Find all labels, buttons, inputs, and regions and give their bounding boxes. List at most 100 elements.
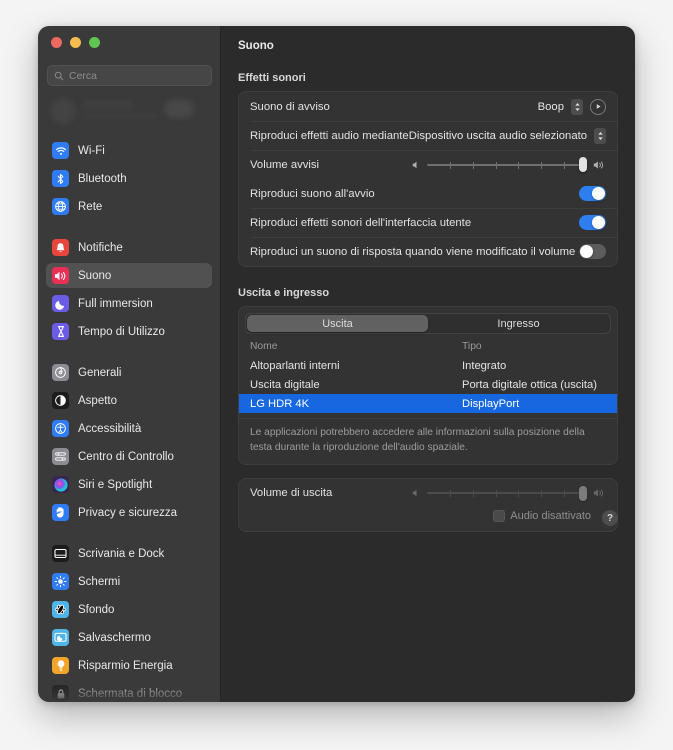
- toggle-switch[interactable]: [579, 215, 606, 230]
- sidebar: Cerca Wi-Fi Bluetooth Rete Notifiche Suono Fu…: [38, 26, 221, 702]
- table-row[interactable]: Altoparlanti interni Integrato: [239, 356, 617, 375]
- slider-tick: [518, 490, 520, 498]
- slider-knob[interactable]: [579, 485, 587, 501]
- toggle-label: Riproduci un suono di risposta quando vi…: [250, 245, 576, 258]
- toggle-label: Riproduci suono all'avvio: [250, 187, 375, 200]
- system-settings-window: Cerca Wi-Fi Bluetooth Rete Notifiche Suono Fu…: [38, 26, 635, 702]
- mute-label: Audio disattivato: [510, 509, 591, 522]
- sidebar-item-label: Wi-Fi: [78, 144, 105, 157]
- sidebar-item-label: Aspetto: [78, 394, 117, 407]
- toggle-label: Riproduci effetti sonori dell'interfacci…: [250, 216, 472, 229]
- screensaver-icon: [52, 629, 69, 646]
- segment-ingresso[interactable]: Ingresso: [428, 315, 609, 332]
- sidebar-item-bluetooth[interactable]: Bluetooth: [46, 166, 212, 191]
- speaker-high-icon: [593, 160, 604, 169]
- sidebar-item-privacy-e-sicurezza[interactable]: Privacy e sicurezza: [46, 500, 212, 525]
- sidebar-item-label: Privacy e sicurezza: [78, 506, 178, 519]
- row-play-effects-through: Riproduci effetti audio mediante Disposi…: [239, 121, 617, 150]
- sidebar-item-rete[interactable]: Rete: [46, 194, 212, 219]
- sidebar-item-sfondo[interactable]: Sfondo: [46, 597, 212, 622]
- screen-time-hourglass-icon: [52, 323, 69, 340]
- column-header-name: Nome: [250, 341, 278, 352]
- sidebar-item-siri-e-spotlight[interactable]: Siri e Spotlight: [46, 472, 212, 497]
- sidebar-item-suono[interactable]: Suono: [46, 263, 212, 288]
- output-volume-card: Volume di uscita Audio disattivato: [238, 477, 618, 532]
- sidebar-item-notifiche[interactable]: Notifiche: [46, 235, 212, 260]
- slider-tick: [449, 161, 451, 169]
- chevron-up-down-icon[interactable]: [571, 98, 583, 115]
- output-input-card: Uscita Ingresso Nome Tipo Altoparlanti in…: [238, 306, 618, 465]
- row-toggle: Riproduci effetti sonori dell'interfacci…: [239, 208, 617, 237]
- sidebar-item-tempo-di-utilizzo[interactable]: Tempo di Utilizzo: [46, 319, 212, 344]
- sidebar-group: Wi-Fi Bluetooth Rete: [38, 138, 220, 219]
- play-icon[interactable]: [590, 98, 606, 115]
- sidebar-item-schermata-di-blocco[interactable]: Schermata di blocco: [46, 681, 212, 702]
- table-row[interactable]: Uscita digitale Porta digitale ottica (us…: [239, 375, 617, 394]
- sound-effects-card: Suono di avviso Boop Riproduci effetti a…: [238, 91, 618, 267]
- slider-tick: [472, 161, 474, 169]
- output-input-segmented-control[interactable]: Uscita Ingresso: [245, 313, 611, 334]
- displays-brightness-icon: [52, 573, 69, 590]
- device-type: Porta digitale ottica (uscita): [462, 378, 597, 391]
- sidebar-item-full-immersion[interactable]: Full immersion: [46, 291, 212, 316]
- mute-checkbox[interactable]: [493, 509, 506, 522]
- sidebar-item-label: Sfondo: [78, 603, 115, 616]
- alert-volume-track[interactable]: [427, 157, 587, 172]
- sidebar-item-scrivania-e-dock[interactable]: Scrivania e Dock: [46, 541, 212, 566]
- toggle-switch[interactable]: [579, 244, 606, 259]
- row-output-volume: Volume di uscita: [239, 479, 617, 508]
- sidebar-item-label: Schermata di blocco: [78, 687, 183, 700]
- sidebar-nav: Wi-Fi Bluetooth Rete Notifiche Suono Full imm…: [38, 138, 220, 702]
- segment-uscita[interactable]: Uscita: [247, 315, 428, 332]
- section-title-output-input: Uscita e ingresso: [238, 287, 330, 299]
- help-question-icon[interactable]: ?: [602, 510, 618, 526]
- privacy-hand-icon: [52, 504, 69, 521]
- alert-sound-label: Suono di avviso: [250, 100, 330, 113]
- focus-moon-icon: [52, 295, 69, 312]
- sidebar-group-separator: [38, 347, 220, 360]
- device-table: Nome Tipo Altoparlanti interni Integrato U…: [239, 341, 617, 413]
- sidebar-item-schermi[interactable]: Schermi: [46, 569, 212, 594]
- row-toggle: Riproduci un suono di risposta quando vi…: [239, 237, 617, 266]
- sidebar-item-centro-di-controllo[interactable]: Centro di Controllo: [46, 444, 212, 469]
- bluetooth-icon: [52, 170, 69, 187]
- sidebar-item-accessibilit[interactable]: Accessibilità: [46, 416, 212, 441]
- minimize-button[interactable]: [70, 37, 81, 48]
- slider-tick: [564, 490, 566, 498]
- slider-tick: [564, 161, 566, 169]
- slider-track: [427, 163, 587, 166]
- sidebar-group: Notifiche Suono Full immersion Tempo di Uti…: [38, 235, 220, 344]
- table-row[interactable]: LG HDR 4K DisplayPort: [239, 394, 617, 413]
- alert-volume-slider[interactable]: [412, 157, 606, 172]
- sidebar-item-label: Scrivania e Dock: [78, 547, 165, 560]
- device-type: DisplayPort: [462, 397, 520, 410]
- slider-tick: [541, 490, 543, 498]
- slider-knob[interactable]: [579, 157, 587, 172]
- sound-speaker-icon: [52, 267, 69, 284]
- output-volume-slider[interactable]: [412, 485, 606, 501]
- chevron-up-down-icon[interactable]: [594, 127, 607, 144]
- sidebar-item-aspetto[interactable]: Aspetto: [46, 388, 212, 413]
- sidebar-item-risparmio-energia[interactable]: Risparmio Energia: [46, 653, 212, 678]
- sidebar-item-label: Bluetooth: [78, 172, 127, 185]
- sound-toggle-rows: Riproduci suono all'avvio Riproduci effet…: [239, 179, 617, 266]
- mute-checkbox-row[interactable]: Audio disattivato: [239, 508, 617, 524]
- sidebar-item-label: Centro di Controllo: [78, 450, 174, 463]
- sidebar-item-salvaschermo[interactable]: Salvaschermo: [46, 625, 212, 650]
- speaker-low-icon: [412, 489, 417, 497]
- apple-account-row[interactable]: [46, 94, 214, 134]
- row-toggle: Riproduci suono all'avvio: [239, 179, 617, 208]
- window-traffic-lights: [51, 37, 100, 48]
- output-volume-label: Volume di uscita: [250, 487, 333, 500]
- sidebar-item-wi-fi[interactable]: Wi-Fi: [46, 138, 212, 163]
- device-name: Uscita digitale: [250, 378, 320, 391]
- play-through-value[interactable]: Dispositivo uscita audio selezionato: [409, 130, 587, 142]
- toggle-switch[interactable]: [579, 186, 606, 201]
- alert-sound-value[interactable]: Boop: [538, 101, 564, 113]
- close-button[interactable]: [51, 37, 62, 48]
- zoom-button[interactable]: [89, 37, 100, 48]
- search-input[interactable]: Cerca: [47, 65, 212, 86]
- main-content: Suono Effetti sonori Suono di avviso Boo…: [221, 26, 635, 702]
- output-volume-track[interactable]: [427, 485, 587, 501]
- sidebar-item-generali[interactable]: Generali: [46, 360, 212, 385]
